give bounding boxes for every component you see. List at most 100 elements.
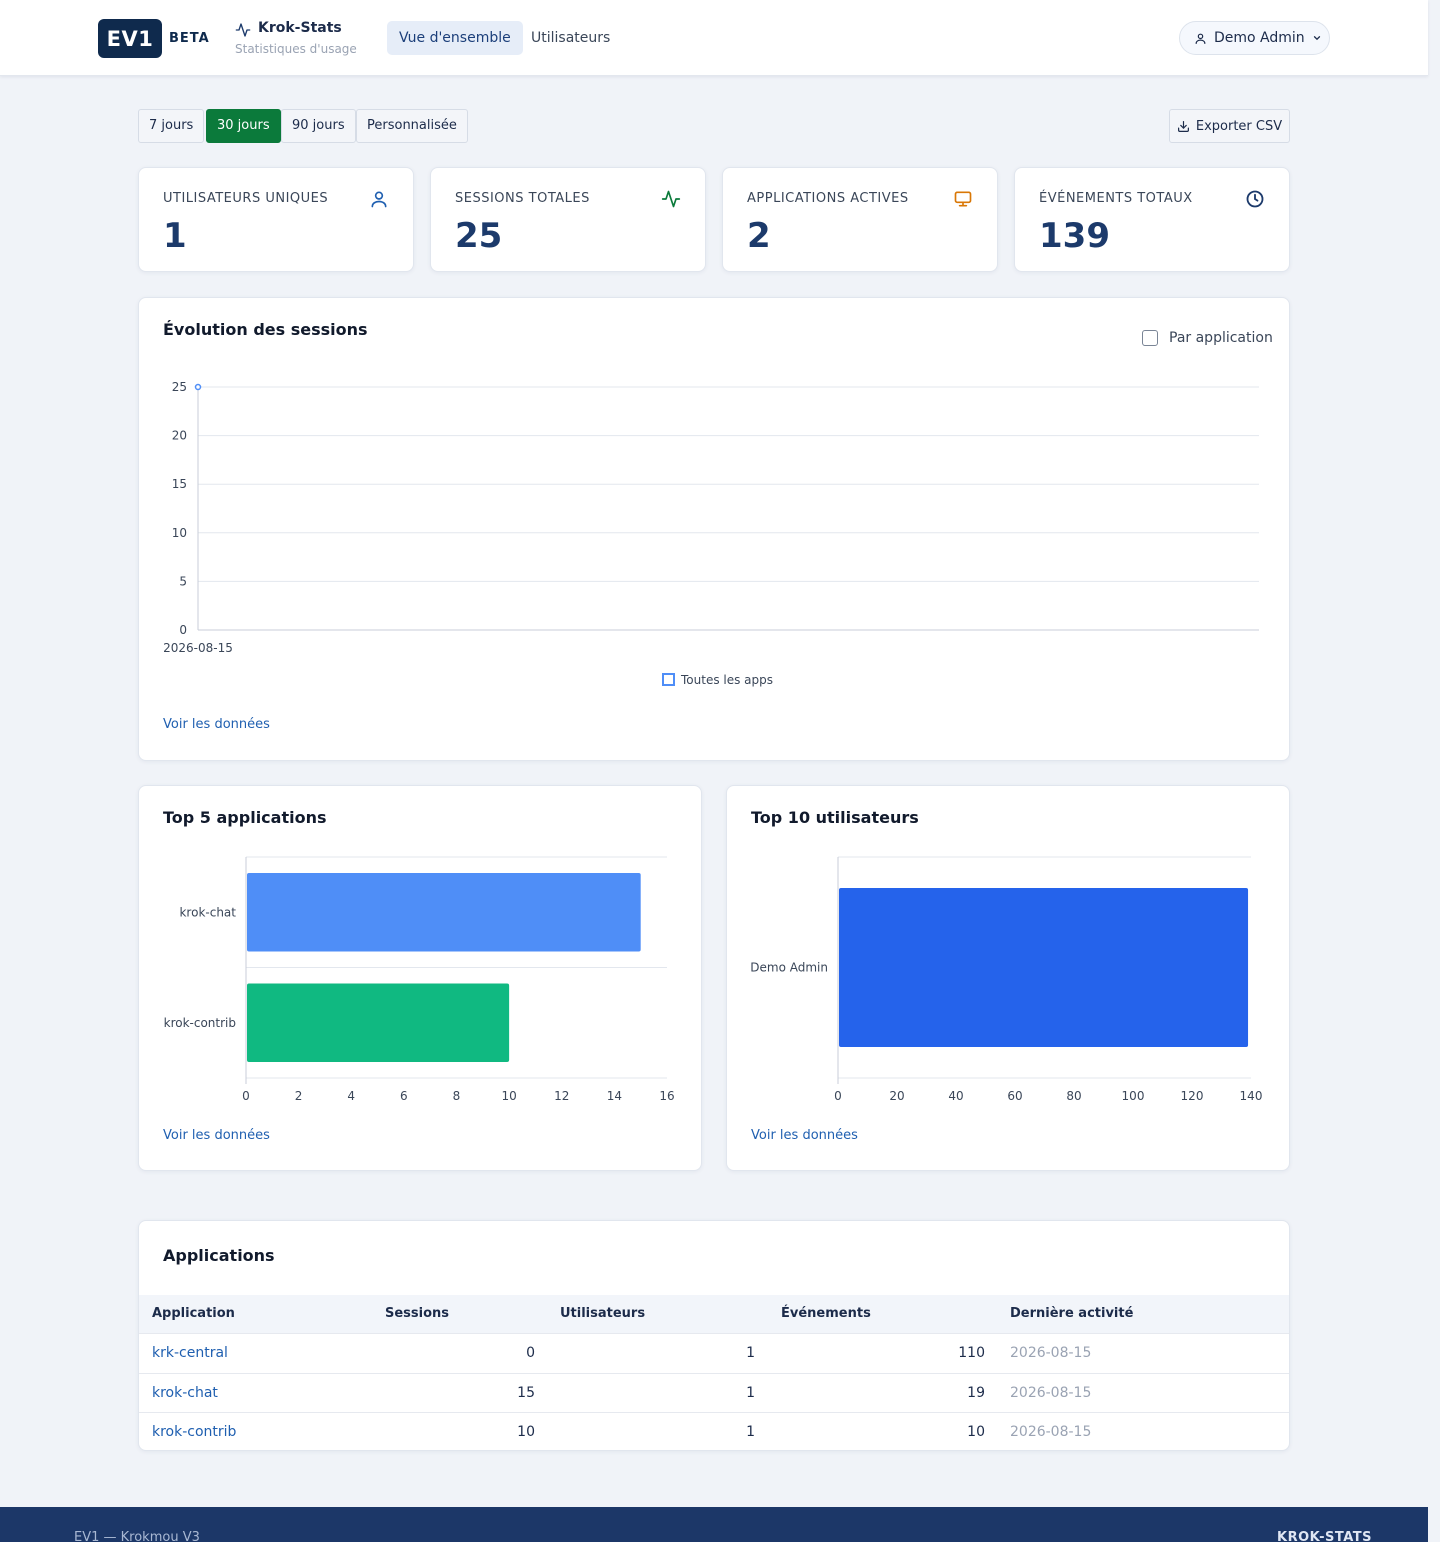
app-link[interactable]: krok-contrib [152,1424,236,1440]
app-link[interactable]: krok-chat [152,1385,218,1401]
x-tick-label: 2026-08-15 [163,641,233,655]
activity-icon [235,23,251,37]
top-apps-bar-chart: krok-chat krok-contrib 0 2 4 6 8 10 12 14 16 [164,856,675,1103]
top-users-card: Top 10 utilisateurs Demo Admin 0 20 40 60 80 1… [726,785,1290,1171]
export-csv-button[interactable]: Exporter CSV [1169,109,1290,143]
stat-card-total-sessions: SESSIONS TOTALES 25 [430,167,706,272]
table-row[interactable]: krok-chat 15 1 19 2026-08-15 [139,1373,1289,1413]
column-header[interactable]: Application [152,1306,235,1321]
sessions-chart-card: Évolution des sessions Par application 0… [138,297,1290,761]
bar [247,983,510,1062]
card-title: Évolution des sessions [163,320,368,339]
checkbox-label: Par application [1169,330,1273,346]
y-tick-label: 10 [172,526,187,540]
users-cell: 1 [746,1385,755,1401]
top-users-bar-chart: Demo Admin 0 20 40 60 80 100 120 140 [750,856,1263,1103]
stat-value: 2 [747,216,771,256]
stat-value: 139 [1039,216,1110,256]
column-header[interactable]: Dernière activité [1010,1306,1133,1321]
legend-swatch [662,673,675,686]
events-cell: 19 [967,1385,985,1401]
users-cell: 1 [746,1424,755,1440]
view-data-link[interactable]: Voir les données [751,1128,858,1143]
y-tick-label: 5 [179,574,187,588]
legend-label: Toutes les apps [680,673,773,687]
last-activity-cell: 2026-08-15 [1010,1345,1092,1361]
chevron-down-icon [1313,36,1320,41]
x-tick-label: 12 [554,1089,569,1103]
monitor-icon [954,191,972,207]
footer-text: EV1 — Krokmou V3 [74,1530,200,1542]
y-tick-label: 15 [172,477,187,491]
stat-card-unique-users: UTILISATEURS UNIQUES 1 [138,167,414,272]
stat-label: SESSIONS TOTALES [455,191,590,206]
column-header[interactable]: Événements [781,1306,871,1321]
category-label: krok-chat [179,905,236,919]
x-tick-label: 40 [948,1089,963,1103]
x-tick-label: 140 [1240,1089,1263,1103]
table-header: Application Sessions Utilisateurs Événem… [139,1295,1289,1333]
stat-card-total-events: ÉVÉNEMENTS TOTAUX 139 [1014,167,1290,272]
table-row[interactable]: krk-central 0 1 110 2026-08-15 [139,1333,1289,1373]
sessions-cell: 10 [517,1424,535,1440]
x-tick-label: 4 [347,1089,355,1103]
column-header[interactable]: Sessions [385,1306,449,1321]
stat-label: ÉVÉNEMENTS TOTAUX [1039,191,1193,206]
table-row[interactable]: krok-contrib 10 1 10 2026-08-15 [139,1412,1289,1450]
stat-card-active-apps: APPLICATIONS ACTIVES 2 [722,167,998,272]
top-apps-card: Top 5 applications krok-chat krok-contrib… [138,785,702,1171]
footer-brand: KROK-STATS [1277,1530,1372,1542]
x-tick-label: 0 [242,1089,250,1103]
x-tick-label: 10 [501,1089,516,1103]
x-tick-label: 2 [295,1089,303,1103]
x-tick-label: 60 [1007,1089,1022,1103]
top-header: EV1 BETA Krok-Stats Statistiques d'usage… [0,0,1428,76]
user-icon [371,191,387,208]
logo[interactable]: EV1 [98,19,162,58]
download-icon [1177,120,1189,132]
brand-title: Krok-Stats [258,20,342,36]
last-activity-cell: 2026-08-15 [1010,1385,1092,1401]
checkbox[interactable] [1142,330,1158,346]
footer: EV1 — Krokmou V3 KROK-STATS [0,1507,1428,1542]
sessions-line-chart: 0 5 10 15 20 25 2026-08-15 Toutes les apps [163,380,1259,687]
y-tick-label: 25 [172,380,187,394]
events-cell: 10 [967,1424,985,1440]
nav-users[interactable]: Utilisateurs [519,21,622,55]
bar [247,873,641,952]
x-tick-label: 100 [1122,1089,1145,1103]
period-custom-button[interactable]: Personnalisée [356,109,468,143]
x-tick-label: 20 [889,1089,904,1103]
sessions-cell: 15 [517,1385,535,1401]
x-tick-label: 8 [453,1089,461,1103]
stat-label: UTILISATEURS UNIQUES [163,191,329,206]
app-link[interactable]: krk-central [152,1345,228,1361]
x-tick-label: 80 [1066,1089,1081,1103]
category-label: Demo Admin [750,961,828,975]
y-tick-label: 20 [172,429,187,443]
column-header[interactable]: Utilisateurs [560,1306,645,1321]
stat-value: 25 [455,216,503,256]
users-cell: 1 [746,1345,755,1361]
events-cell: 110 [958,1345,985,1361]
period-90-days-button[interactable]: 90 jours [281,109,356,143]
period-30-days-button[interactable]: 30 jours [206,109,281,143]
clock-icon [1246,190,1264,208]
card-title: Top 10 utilisateurs [751,808,919,827]
category-label: krok-contrib [164,1016,236,1030]
stat-label: APPLICATIONS ACTIVES [747,191,909,206]
last-activity-cell: 2026-08-15 [1010,1424,1092,1440]
by-application-toggle[interactable]: Par application [1142,330,1273,346]
card-title: Applications [163,1246,275,1265]
x-tick-label: 0 [834,1089,842,1103]
beta-badge: BETA [169,31,210,46]
view-data-link[interactable]: Voir les données [163,717,270,732]
card-title: Top 5 applications [163,808,327,827]
view-data-link[interactable]: Voir les données [163,1128,270,1143]
period-7-days-button[interactable]: 7 jours [138,109,205,143]
nav-overview[interactable]: Vue d'ensemble [387,21,523,55]
user-menu-button[interactable]: Demo Admin [1179,21,1330,55]
export-label: Exporter CSV [1195,118,1283,134]
x-tick-label: 6 [400,1089,408,1103]
x-tick-label: 16 [659,1089,674,1103]
